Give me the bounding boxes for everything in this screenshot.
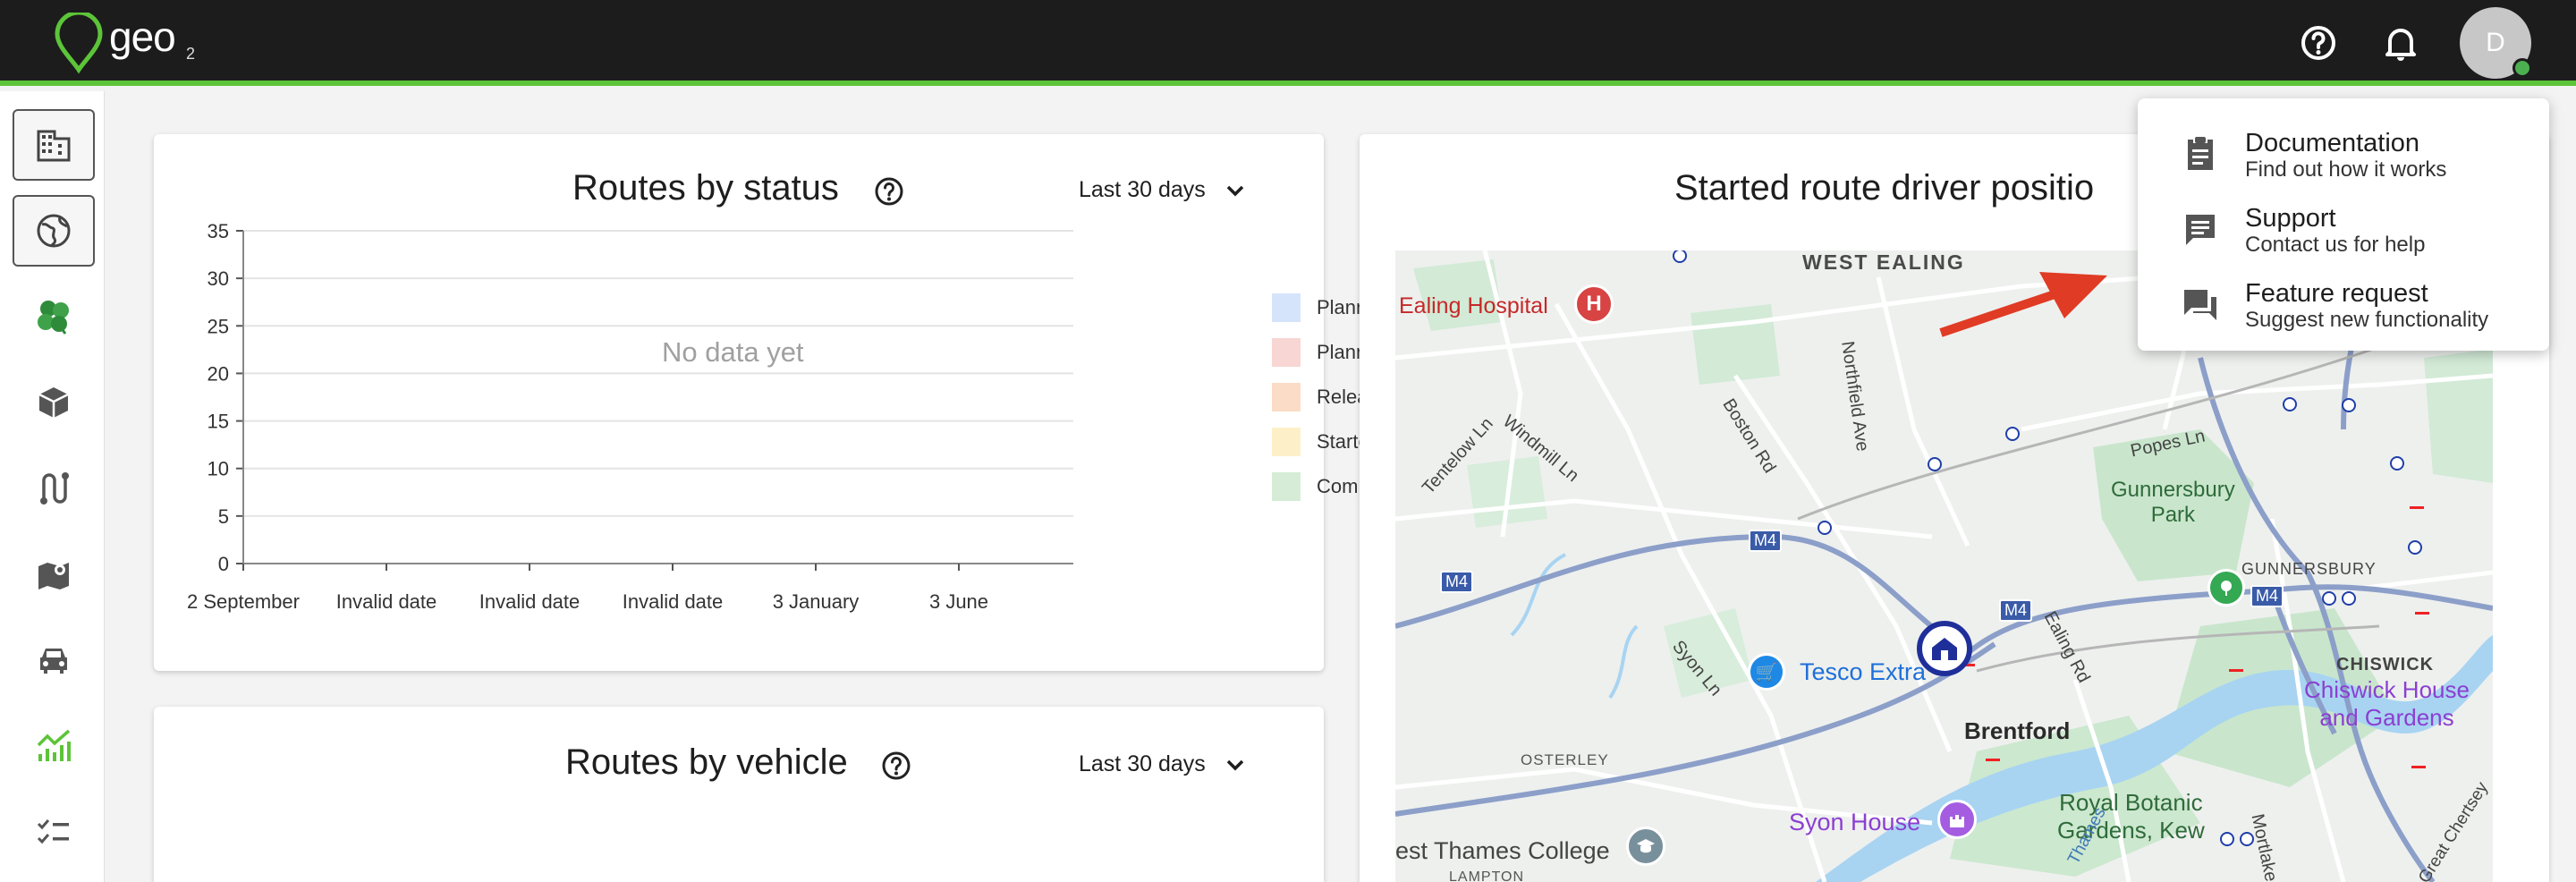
menu-item-documentation[interactable]: Documentation Find out how it works (2138, 114, 2549, 190)
sidebar-item-map[interactable] (13, 539, 95, 610)
park-icon[interactable] (2207, 569, 2245, 606)
y-tick-label: 5 (218, 505, 229, 528)
map-label: CHISWICK (2336, 655, 2435, 674)
forum-icon (2184, 290, 2216, 320)
package-icon (38, 387, 69, 418)
y-tick-label: 15 (208, 411, 229, 433)
map-label: Chiswick House and Gardens (2304, 676, 2470, 731)
menu-item-feature-request[interactable]: Feature request Suggest new functionalit… (2138, 265, 2549, 340)
x-tick-label: Invalid date (336, 590, 437, 613)
chevron-down-icon (1226, 759, 1244, 770)
y-tick-label: 35 (208, 220, 229, 242)
map-label: Syon House (1789, 809, 1921, 835)
chart-icon (37, 729, 71, 761)
help-icon[interactable] (2297, 21, 2340, 64)
map-label: M4 (1749, 530, 1783, 552)
map-label: Brentford (1964, 717, 2071, 744)
sidebar-item-routes[interactable] (13, 453, 95, 524)
map-label: OSTERLEY (1521, 751, 1609, 768)
route-icon (40, 472, 69, 505)
map-label: M4 (1999, 599, 2033, 622)
building-icon (37, 130, 71, 162)
chat-icon (2186, 215, 2215, 245)
logo-text: geo (109, 13, 176, 60)
sidebar-item-tasks[interactable] (13, 796, 95, 868)
x-tick-label: 3 January (773, 590, 860, 613)
map-label: LAMPTON (1449, 869, 1525, 882)
depot-marker-icon[interactable] (1917, 621, 1972, 676)
date-range-value: Last 30 days (1079, 751, 1206, 776)
castle-icon[interactable] (1937, 800, 1977, 839)
logo-sub: 2 (186, 45, 196, 63)
routes-by-status-chart: 0 5 10 15 20 25 30 35 2 September Invalid date Inv… (187, 220, 1073, 613)
legend-swatch (1272, 428, 1301, 456)
legend-swatch (1272, 383, 1301, 411)
college-icon[interactable] (1626, 827, 1665, 866)
help-menu: Documentation Find out how it works Supp… (2138, 98, 2549, 351)
sidebar-item-analytics[interactable] (13, 710, 95, 782)
shopping-cart-icon[interactable]: 🛒 (1748, 653, 1785, 691)
routes-by-vehicle-card: Routes by vehicle Last 30 days (154, 707, 1324, 882)
location-pin-icon (55, 10, 103, 74)
map-label: Tesco Extra (1800, 658, 1927, 685)
map-label: GUNNERSBURY (2241, 560, 2377, 578)
menu-item-title: Documentation (2245, 129, 2420, 157)
y-tick-label: 0 (218, 553, 229, 575)
checklist-icon (37, 819, 69, 844)
legend-swatch (1272, 338, 1301, 367)
map-label: Ealing Hospital (1399, 293, 1548, 318)
online-status-dot (2512, 58, 2532, 78)
y-tick-label: 20 (208, 362, 229, 385)
app-logo[interactable]: geo 2 (52, 10, 213, 75)
sidebar (0, 91, 105, 882)
top-bar: geo 2 D (0, 0, 2576, 86)
sidebar-item-vehicles[interactable] (13, 624, 95, 696)
map-label: Gunnersbury Park (2111, 478, 2235, 527)
routes-by-status-card: Routes by status Last 30 days 0 5 10 15 20 25… (154, 134, 1411, 671)
x-tick-label: Invalid date (479, 590, 580, 613)
date-range-select[interactable]: Last 30 days (1079, 751, 1245, 777)
card-title: Routes by vehicle (565, 742, 848, 782)
sidebar-item-packages[interactable] (13, 367, 95, 438)
map-icon (38, 563, 69, 589)
menu-item-subtitle: Contact us for help (2245, 233, 2426, 257)
menu-item-subtitle: Suggest new functionality (2245, 308, 2489, 332)
hospital-icon[interactable]: H (1574, 284, 1614, 324)
y-tick-label: 10 (208, 458, 229, 480)
map-label: est Thames College (1395, 837, 1610, 864)
menu-item-title: Feature request (2245, 279, 2428, 308)
globe-icon (37, 214, 71, 248)
menu-item-support[interactable]: Support Contact us for help (2138, 190, 2549, 265)
clover-icon (38, 301, 69, 335)
menu-item-title: Support (2245, 204, 2336, 233)
legend-swatch (1272, 293, 1301, 322)
clipboard-icon (2188, 137, 2213, 170)
menu-item-subtitle: Find out how it works (2245, 157, 2447, 182)
map-label: M4 (2250, 585, 2284, 607)
no-data-message: No data yet (662, 336, 804, 368)
map-label: WEST EALING (1802, 250, 1965, 274)
sidebar-item-clover[interactable] (13, 281, 95, 352)
legend-swatch (1272, 472, 1301, 501)
sidebar-item-globe[interactable] (13, 195, 95, 267)
map-label: M4 (1440, 571, 1474, 593)
card-title: Started route driver positio (1674, 168, 2095, 208)
x-tick-label: 3 June (929, 590, 988, 613)
y-tick-label: 25 (208, 315, 229, 337)
car-icon (40, 649, 67, 674)
bell-icon[interactable] (2379, 21, 2422, 64)
help-icon[interactable] (880, 750, 912, 782)
x-tick-label: Invalid date (623, 590, 724, 613)
sidebar-item-buildings[interactable] (13, 109, 95, 181)
x-tick-label: 2 September (187, 590, 300, 613)
y-tick-label: 30 (208, 267, 229, 290)
